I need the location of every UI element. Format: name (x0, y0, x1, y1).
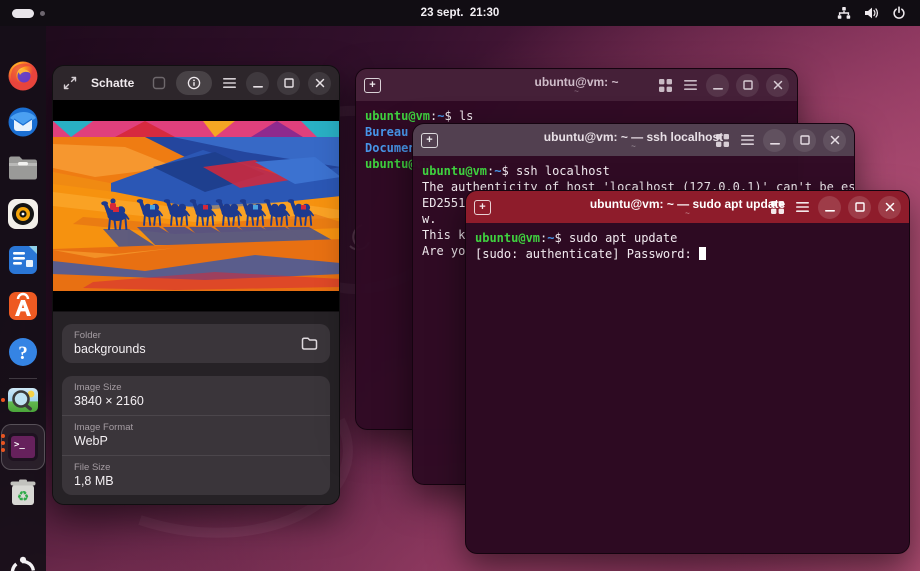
dock-item-show-apps[interactable] (5, 554, 41, 571)
thunderbird-icon (5, 104, 41, 140)
workspace-indicator[interactable] (12, 9, 45, 18)
properties-panel: Folder backgrounds Image Size 3840 × 216… (53, 311, 339, 505)
rhythmbox-icon (5, 196, 41, 232)
menu-icon[interactable] (793, 198, 811, 216)
image-viewer-icon (5, 382, 41, 418)
workspace-pill-active (12, 9, 34, 18)
top-bar: 23 sept. 21:30 (0, 0, 920, 26)
terminal-line: ubuntu@vm:~$ ls (365, 108, 788, 124)
terminal-1-titlebar[interactable]: + ubuntu@vm: ~ ~ (356, 69, 797, 101)
trash-icon: ♻ (5, 475, 41, 511)
window-title: Schattenzu… (91, 76, 134, 90)
dock-item-rhythmbox[interactable] (5, 196, 41, 232)
close-button[interactable] (823, 129, 846, 152)
viewer-titlebar[interactable]: Schattenzu… (53, 66, 339, 100)
system-tray[interactable] (837, 6, 906, 20)
info-button[interactable] (176, 71, 212, 95)
maximize-button[interactable] (277, 72, 300, 95)
volume-icon (864, 6, 879, 20)
image-format-value: WebP (74, 434, 318, 448)
desktop: 23 sept. 21:30 (0, 0, 920, 571)
minimize-button[interactable] (763, 129, 786, 152)
open-folder-button[interactable] (301, 336, 318, 356)
terminal-3-titlebar[interactable]: + ubuntu@vm: ~ — sudo apt update ~ (466, 191, 909, 223)
terminal-line: [sudo: authenticate] Password: (475, 246, 900, 262)
folder-label: Folder (74, 330, 318, 341)
tab-grid-icon[interactable] (768, 198, 786, 216)
menu-icon[interactable] (681, 76, 699, 94)
svg-text:?: ? (18, 343, 28, 364)
window-title: ubuntu@vm: ~ — ssh localhost (544, 131, 723, 143)
image-format-label: Image Format (74, 422, 318, 433)
window-title: ubuntu@vm: ~ — sudo apt update (590, 198, 785, 210)
svg-text:♻: ♻ (17, 488, 30, 504)
network-icon (837, 6, 851, 20)
info-icon (187, 76, 201, 90)
image-canvas[interactable] (53, 100, 339, 311)
dock-item-thunderbird[interactable] (5, 104, 41, 140)
dock-divider (9, 378, 37, 379)
folder-icon (301, 336, 318, 351)
minimize-button[interactable] (818, 196, 841, 219)
menu-icon[interactable] (220, 74, 238, 92)
terminal-line: ubuntu@vm:~$ ssh localhost (422, 163, 845, 179)
file-size-label: File Size (74, 462, 318, 473)
menu-icon[interactable] (738, 131, 756, 149)
dock-item-image-viewer[interactable] (5, 382, 41, 418)
photo-content (53, 121, 340, 291)
terminal-content[interactable]: ubuntu@vm:~$ sudo apt update[sudo: authe… (466, 223, 909, 269)
window-title: ubuntu@vm: ~ (534, 76, 618, 88)
dock-item-firefox[interactable] (5, 58, 41, 94)
dock-item-files[interactable] (5, 150, 41, 186)
close-button[interactable] (878, 196, 901, 219)
terminal-window-3: + ubuntu@vm: ~ — sudo apt update ~ ubunt… (465, 190, 910, 554)
workspace-dot (40, 11, 45, 16)
file-size-value: 1,8 MB (74, 474, 318, 488)
new-tab-icon[interactable]: + (474, 200, 491, 215)
text-cursor (699, 247, 706, 260)
maximize-button[interactable] (736, 74, 759, 97)
dock-item-trash[interactable]: ♻ (5, 475, 41, 511)
new-tab-icon[interactable]: + (421, 133, 438, 148)
image-viewer-window: Schattenzu… (52, 65, 340, 505)
terminal-2-titlebar[interactable]: + ubuntu@vm: ~ — ssh localhost ~ (413, 124, 854, 156)
fullscreen-icon[interactable] (61, 74, 79, 92)
close-button[interactable] (308, 72, 331, 95)
tab-grid-icon[interactable] (656, 76, 674, 94)
folder-card: Folder backgrounds (62, 324, 330, 363)
minimize-button[interactable] (246, 72, 269, 95)
maximize-button[interactable] (793, 129, 816, 152)
firefox-icon (5, 58, 41, 94)
libreoffice-icon (5, 242, 41, 278)
terminal-line: ubuntu@vm:~$ sudo apt update (475, 230, 900, 246)
image-size-label: Image Size (74, 382, 318, 393)
minimize-button[interactable] (706, 74, 729, 97)
new-tab-icon[interactable]: + (364, 78, 381, 93)
image-size-value: 3840 × 2160 (74, 394, 318, 408)
terminal-icon: >_ (5, 429, 41, 465)
inactive-tool-icon (150, 74, 168, 92)
details-card: Image Size 3840 × 2160 Image Format WebP… (62, 376, 330, 495)
app-center-icon (5, 288, 41, 324)
svg-text:>_: >_ (14, 440, 25, 450)
clock[interactable]: 23 sept. 21:30 (0, 7, 920, 19)
maximize-button[interactable] (848, 196, 871, 219)
dock-item-terminal[interactable]: >_ (5, 429, 41, 465)
close-button[interactable] (766, 74, 789, 97)
dock: ? >_ (0, 26, 46, 571)
dock-item-app-center[interactable] (5, 288, 41, 324)
help-icon: ? (5, 334, 41, 370)
files-icon (5, 150, 41, 186)
dock-item-libreoffice[interactable] (5, 242, 41, 278)
tab-grid-icon[interactable] (713, 131, 731, 149)
folder-value: backgrounds (74, 342, 318, 356)
dock-item-help[interactable]: ? (5, 334, 41, 370)
power-icon (892, 6, 906, 20)
ubuntu-logo-icon (5, 554, 41, 571)
